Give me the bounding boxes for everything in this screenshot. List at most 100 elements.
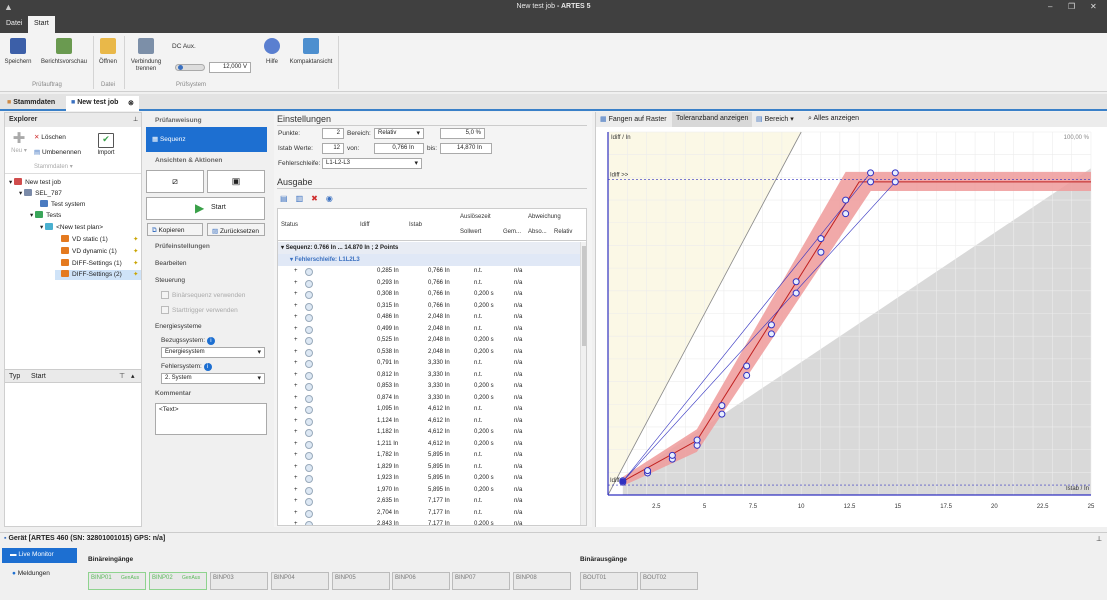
table-row[interactable]: +0,874 In 3,330 In 0,200 s n/a (278, 393, 580, 405)
import-button[interactable]: ✔ Import (95, 133, 117, 156)
tree-item-diff-settings-1[interactable]: DIFF-Settings (1) ✦ (61, 259, 141, 269)
expand-icon[interactable]: + (294, 418, 298, 424)
scrollbar[interactable] (580, 242, 586, 525)
print-icon[interactable]: ▥ (296, 194, 312, 203)
tree-item-test-system[interactable]: Test system (40, 200, 85, 210)
expand-icon[interactable]: + (294, 268, 298, 274)
snap-to-grid-button[interactable]: ▦ Fangen auf Raster (600, 115, 667, 123)
master-data-button[interactable]: Stammdaten ▾ (34, 163, 73, 170)
col-absolute[interactable]: Abso... (528, 229, 547, 235)
test-point-active[interactable] (619, 478, 626, 485)
expand-icon[interactable]: + (294, 521, 298, 525)
tree-item-device[interactable]: ▾ SEL_787 (19, 189, 62, 199)
close-icon[interactable]: ✕ (1090, 2, 1097, 11)
expand-icon[interactable]: + (294, 487, 298, 493)
expand-icon[interactable]: + (294, 383, 298, 389)
test-point[interactable] (718, 402, 726, 410)
start-button[interactable]: ▶ Start (146, 197, 265, 220)
col-nominal[interactable]: Sollwert (460, 229, 481, 235)
table-row[interactable]: +0,791 In 3,330 In n.t. n/a (278, 358, 580, 370)
tab-start[interactable]: Start (28, 16, 55, 33)
open-button[interactable]: Öffnen (96, 38, 120, 66)
table-row[interactable]: +1,782 In 5,895 In n.t. n/a (278, 450, 580, 462)
test-point[interactable] (693, 436, 701, 444)
table-row[interactable]: +1,970 In 5,895 In 0,200 s n/a (278, 485, 580, 497)
table-row[interactable]: +1,095 In 4,612 In n.t. n/a (278, 404, 580, 416)
test-point[interactable] (644, 467, 652, 475)
new-button[interactable]: ✚ Neu ▾ (9, 131, 29, 155)
test-point[interactable] (891, 169, 899, 177)
tree-item-diff-settings-2[interactable]: DIFF-Settings (2) ✦ (55, 270, 141, 280)
show-all-button[interactable]: ⌕ Alles anzeigen (808, 115, 859, 123)
table-row[interactable]: +1,829 In 5,895 In n.t. n/a (278, 462, 580, 474)
table-row[interactable]: +1,923 In 5,895 In 0,200 s n/a (278, 473, 580, 485)
expand-icon[interactable]: + (294, 464, 298, 470)
table-row[interactable]: +2,843 In 7,177 In 0,200 s n/a (278, 519, 580, 525)
tree-item-tests[interactable]: ▾ Tests (30, 211, 61, 221)
table-row[interactable]: +0,538 In 2,048 In 0,200 s n/a (278, 347, 580, 359)
col-measured[interactable]: Gem... (503, 229, 521, 235)
delete-button[interactable]: ✕ Löschen (34, 133, 66, 141)
start-trigger-checkbox[interactable]: Starttrigger verwenden (161, 306, 238, 314)
table-row[interactable]: +0,499 In 2,048 In n.t. n/a (278, 324, 580, 336)
help-button[interactable]: Hilfe (262, 38, 282, 66)
table-row[interactable]: +1,182 In 4,612 In 0,200 s n/a (278, 427, 580, 439)
dc-aux-voltage-input[interactable]: 12,000 V (209, 62, 251, 73)
tree-item-vd-dynamic[interactable]: VD dynamic (1) ✦ (61, 247, 141, 257)
test-point[interactable] (743, 362, 751, 370)
characteristic-chart[interactable]: 2.5 5 7.5 10 12.5 15 17.5 20 22.5 25 Idiff / In Ist… (596, 127, 1107, 527)
col-idiff[interactable]: Idiff (360, 222, 370, 228)
from-input[interactable]: 0,766 In (374, 143, 424, 154)
test-point[interactable] (743, 371, 751, 379)
sequence-group-row[interactable]: ▾ Sequenz: 0.766 In ... 14.870 In ; 2 Po… (278, 242, 580, 254)
table-row[interactable]: +0,486 In 2,048 In n.t. n/a (278, 312, 580, 324)
table-row[interactable]: +2,635 In 7,177 In n.t. n/a (278, 496, 580, 508)
rename-button[interactable]: ▤ Umbenennen (34, 148, 81, 156)
col-start[interactable]: Start (31, 373, 46, 380)
messages-button[interactable]: ● Meldungen (12, 570, 50, 577)
range-select[interactable]: Relativ (374, 128, 424, 139)
expand-icon[interactable]: + (294, 406, 298, 412)
expand-icon[interactable]: + (294, 395, 298, 401)
table-row[interactable]: +0,293 In 0,766 In n.t. n/a (278, 278, 580, 290)
test-point[interactable] (817, 248, 825, 256)
col-status[interactable]: Status (281, 222, 298, 228)
show-tolerance-button[interactable]: Toleranzband anzeigen (672, 112, 753, 127)
disconnect-button[interactable]: Verbindung trennen (128, 38, 164, 73)
expand-icon[interactable]: + (294, 291, 298, 297)
expand-icon[interactable]: + (294, 349, 298, 355)
tree-item-test-plan[interactable]: ▾ <New test plan> (40, 223, 103, 233)
table-view-button[interactable]: ▣ (207, 170, 265, 193)
expand-icon[interactable]: + (294, 441, 298, 447)
sequence-button[interactable]: ▦ Sequenz (146, 127, 267, 152)
expand-icon[interactable]: + (294, 303, 298, 309)
tab-master-data[interactable]: ■ Stammdaten (2, 96, 60, 111)
table-row[interactable]: +0,315 In 0,766 In 0,200 s n/a (278, 301, 580, 313)
points-input[interactable]: 2 (322, 128, 344, 139)
test-point[interactable] (792, 289, 800, 297)
expand-icon[interactable]: + (294, 372, 298, 378)
test-point[interactable] (867, 178, 875, 186)
test-point[interactable] (767, 330, 775, 338)
tree-item-vd-static[interactable]: VD static (1) ✦ (61, 235, 141, 245)
expand-icon[interactable]: + (294, 337, 298, 343)
tab-new-test-job[interactable]: ■ New test job ⊗ (66, 96, 139, 111)
pin-icon[interactable]: ⊥ (133, 116, 138, 123)
test-point[interactable] (767, 321, 775, 329)
table-row[interactable]: +0,525 In 2,048 In 0,200 s n/a (278, 335, 580, 347)
expand-icon[interactable]: + (294, 475, 298, 481)
minimize-icon[interactable]: – (1048, 2, 1052, 11)
scroll-up-icon[interactable]: ▴ (131, 372, 135, 380)
col-relative[interactable]: Relativ (554, 229, 572, 235)
tree-item-job[interactable]: ▾ New test job (9, 178, 61, 188)
istab-count-input[interactable]: 12 (322, 143, 344, 154)
table-row[interactable]: +2,704 In 7,177 In n.t. n/a (278, 508, 580, 520)
comment-textarea[interactable]: <Text> (155, 403, 267, 435)
test-point[interactable] (842, 210, 850, 218)
test-point[interactable] (817, 235, 825, 243)
settings-icon[interactable]: ◉ (326, 194, 341, 203)
edit-link[interactable]: Bearbeiten (155, 260, 186, 267)
binary-sequence-checkbox[interactable]: Binärsequenz verwenden (161, 291, 245, 299)
expand-icon[interactable]: + (294, 360, 298, 366)
percent-input[interactable]: 5,0 % (440, 128, 485, 139)
